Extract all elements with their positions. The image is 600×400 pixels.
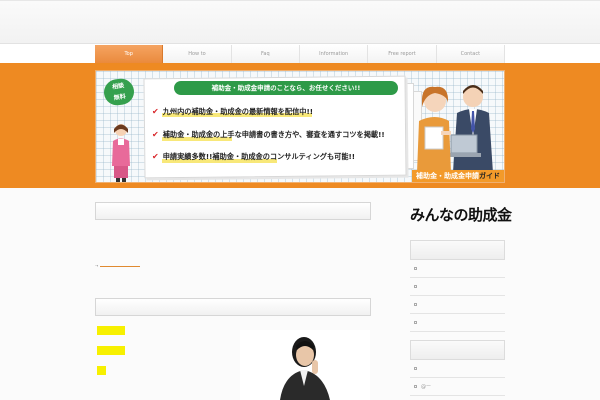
banner-line-2: ✔ 補助金・助成金の上手な申請書の書き方や、審査を通すコツを掲載!! (152, 130, 385, 139)
site-logo[interactable]: みんなの助成金 (410, 204, 512, 234)
check-icon: ✔ (152, 130, 159, 139)
bullet-icon (414, 321, 417, 324)
businesswoman-photo (240, 330, 370, 400)
sidebar-heading-2 (410, 340, 505, 360)
businesswoman-image (280, 337, 330, 400)
more-link[interactable]: → (95, 263, 141, 268)
highlight-block (97, 346, 125, 355)
sidebar-item[interactable] (410, 360, 505, 378)
free-consultation-stamp: 相談 無料 (102, 77, 136, 107)
sidebar-item-label: @ー (421, 384, 432, 390)
section-heading-bar (95, 298, 371, 316)
hero-banner[interactable]: 相談 無料 補助金・助成金申請のことなら、お任せください!! ✔ 九州内の補助金・助… (95, 70, 505, 183)
sidebar-item[interactable] (410, 278, 505, 296)
sidebar-item[interactable] (410, 260, 505, 278)
link-underline (100, 265, 141, 267)
sidebar-item[interactable] (410, 296, 505, 314)
banner-line-3: ✔ 申請実績多数!!補助金・助成金のコンサルティングも可能!! (152, 152, 356, 161)
bullet-icon (414, 367, 417, 370)
main-heading-bar (95, 202, 371, 220)
nav-faq[interactable]: Faq (231, 45, 300, 63)
bullet-icon (414, 267, 417, 270)
check-icon: ✔ (152, 152, 159, 161)
sidebar-item[interactable] (410, 314, 505, 332)
main-nav: Top How to Faq Information Free report C… (95, 45, 505, 63)
business-people-illustration (417, 85, 493, 173)
highlight-block (97, 326, 125, 335)
site-header (0, 0, 600, 44)
sidebar-item[interactable]: @ー (410, 378, 505, 396)
sidebar-heading (410, 240, 505, 260)
highlight-block (97, 366, 106, 375)
guide-label: 補助金・助成金申請ガイド (412, 170, 504, 182)
bullet-icon (414, 303, 417, 306)
banner-title: 補助金・助成金申請のことなら、お任せください!! (174, 81, 398, 95)
woman-illustration (112, 124, 130, 182)
nav-free-report[interactable]: Free report (368, 45, 437, 63)
nav-contact[interactable]: Contact (436, 45, 505, 63)
nav-information[interactable]: Information (299, 45, 369, 63)
check-icon: ✔ (152, 107, 159, 116)
bullet-icon (414, 285, 417, 288)
nav-top[interactable]: Top (95, 45, 164, 63)
banner-line-1: ✔ 九州内の補助金・助成金の最新情報を配信中!! (152, 107, 314, 116)
nav-how-to[interactable]: How to (163, 45, 232, 63)
bullet-icon (414, 385, 417, 388)
